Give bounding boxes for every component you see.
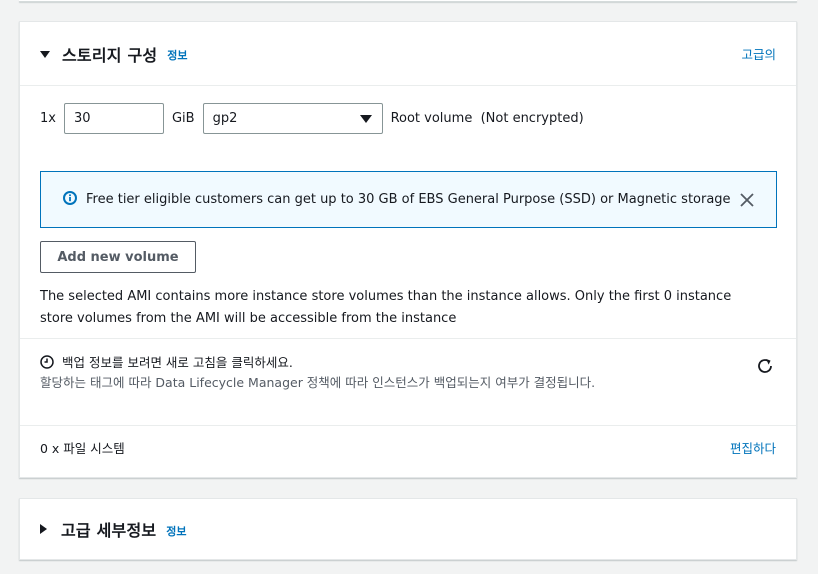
previous-section-card-edge [19, 0, 797, 2]
section-title: 고급 세부정보 [61, 521, 157, 540]
clock-icon [40, 354, 54, 369]
section-title: 스토리지 구성 [62, 45, 158, 65]
volume-size-input[interactable]: 30 [63, 103, 164, 134]
info-link[interactable]: 정보 [166, 523, 186, 539]
divider [20, 425, 796, 426]
volume-multiplier: 1x [40, 111, 56, 126]
file-systems-count: 0 x 파일 시스템 [40, 441, 125, 456]
advanced-details-header[interactable]: 고급 세부정보 정보 [20, 499, 796, 559]
volume-size-unit: GiB [171, 111, 195, 126]
divider [20, 338, 796, 339]
add-new-volume-button[interactable]: Add new volume [40, 241, 196, 273]
expand-caret-icon[interactable] [40, 524, 47, 534]
root-volume-label: Root volume (Not encrypted) [390, 111, 584, 126]
edit-file-systems-link[interactable]: 편집하다 [730, 438, 776, 457]
collapse-caret-icon[interactable] [40, 51, 50, 58]
advanced-details-panel: 고급 세부정보 정보 [19, 498, 797, 560]
close-icon[interactable] [740, 192, 754, 211]
volume-type-value: gp2 [212, 111, 238, 126]
backup-info-title: 백업 정보를 보려면 새로 고침을 클릭하세요. [40, 352, 293, 371]
free-tier-alert: Free tier eligible customers can get up … [40, 171, 777, 228]
backup-description: 할당하는 태그에 따라 Data Lifecycle Manager 정책에 따… [40, 375, 596, 390]
root-volume-row: 1x 30 GiB gp2 Root volume (Not encrypted… [40, 103, 584, 134]
ami-instance-store-note: The selected AMI contains more instance … [40, 289, 732, 326]
storage-config-panel: 스토리지 구성 정보 고급의 1x 30 GiB gp2 Root volume… [19, 21, 797, 478]
info-circle-icon [63, 190, 77, 209]
volume-type-select[interactable]: gp2 [202, 103, 383, 134]
caret-down-icon [359, 115, 372, 123]
info-link[interactable]: 정보 [167, 47, 187, 63]
volume-size-value: 30 [73, 111, 91, 126]
refresh-icon[interactable] [756, 357, 774, 379]
backup-title-text: 백업 정보를 보려면 새로 고침을 클릭하세요. [62, 355, 293, 370]
storage-config-header[interactable]: 스토리지 구성 정보 고급의 [20, 22, 796, 86]
advanced-link[interactable]: 고급의 [741, 44, 776, 63]
alert-text: Free tier eligible customers can get up … [86, 192, 731, 207]
